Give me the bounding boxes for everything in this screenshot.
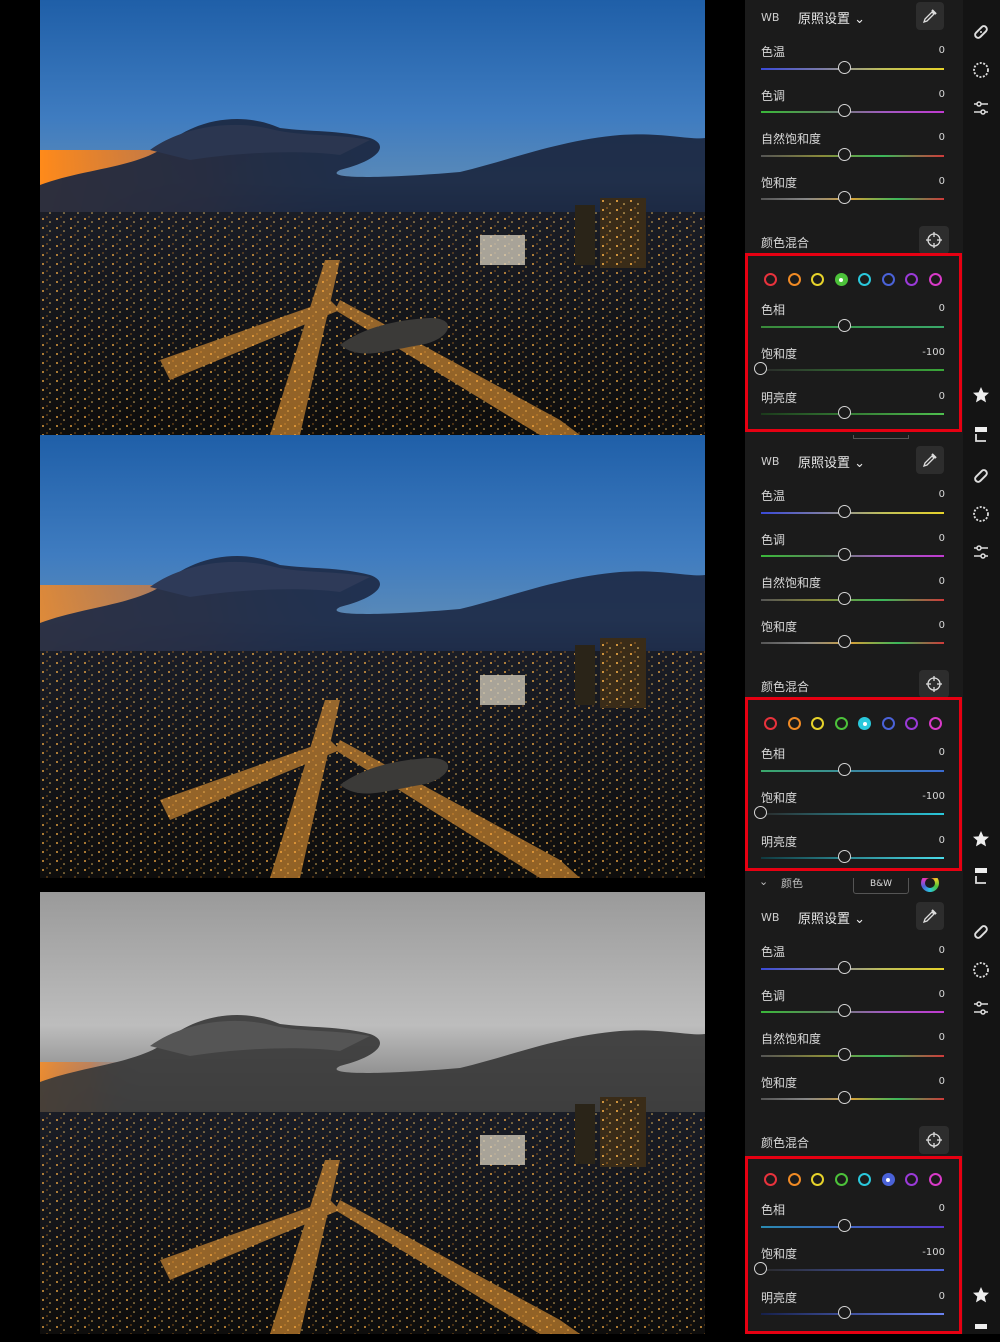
section-collapse-chevron-icon[interactable]: ⌄ [759, 878, 768, 888]
tint-label: 色调 [761, 989, 786, 1003]
temp-label: 色温 [761, 45, 786, 59]
slider-knob[interactable] [838, 191, 851, 204]
crosshair-icon [926, 1132, 942, 1148]
targeted-adjust-button[interactable] [919, 226, 949, 254]
crosshair-icon [926, 232, 942, 248]
crop-icon[interactable] [971, 425, 991, 445]
masking-icon[interactable] [971, 504, 991, 524]
slider-knob[interactable] [838, 104, 851, 117]
tint-slider[interactable] [761, 555, 944, 557]
chevron-down-icon: ⌄ [854, 456, 866, 471]
slider-knob[interactable] [838, 1091, 851, 1104]
wb-eyedropper-button[interactable] [916, 902, 944, 930]
tint-value[interactable]: 0 [939, 989, 945, 1000]
chevron-down-icon: ⌄ [854, 912, 866, 927]
wb-eyedropper-button[interactable] [916, 2, 944, 30]
slider-knob[interactable] [838, 505, 851, 518]
eyedropper-icon [922, 9, 937, 24]
temp-value[interactable]: 0 [939, 45, 945, 56]
bw-button-fragment [853, 435, 909, 439]
vibrance-slider[interactable] [761, 155, 944, 157]
masking-icon[interactable] [971, 60, 991, 80]
slider-knob[interactable] [838, 1004, 851, 1017]
highlight-box [745, 697, 962, 871]
healing-brush-icon[interactable] [971, 922, 991, 942]
targeted-adjust-button[interactable] [919, 1126, 949, 1154]
color-section-title: 颜色 [781, 878, 803, 890]
tint-slider[interactable] [761, 1011, 944, 1013]
temp-value[interactable]: 0 [939, 489, 945, 500]
color-mix-label: 颜色混合 [761, 680, 810, 694]
vibrance-slider[interactable] [761, 599, 944, 601]
saturation-slider[interactable] [761, 198, 944, 200]
adjust-sliders-icon[interactable] [971, 542, 991, 562]
crop-icon[interactable] [971, 1322, 991, 1342]
slider-knob[interactable] [838, 548, 851, 561]
vibrance-label: 自然饱和度 [761, 132, 822, 146]
saturation-label: 饱和度 [761, 620, 798, 634]
crosshair-icon [926, 676, 942, 692]
wb-preset-dropdown[interactable]: 原照设置 ⌄ [798, 908, 865, 927]
tint-value[interactable]: 0 [939, 89, 945, 100]
slider-knob[interactable] [838, 1048, 851, 1061]
saturation-value[interactable]: 0 [939, 620, 945, 631]
slider-knob[interactable] [838, 635, 851, 648]
temp-slider[interactable] [761, 968, 944, 970]
wb-preset-dropdown[interactable]: 原照设置 ⌄ [798, 8, 865, 27]
vibrance-value[interactable]: 0 [939, 1032, 945, 1043]
wb-preset-dropdown[interactable]: 原照设置 ⌄ [798, 452, 865, 471]
star-icon[interactable] [971, 829, 991, 849]
vibrance-value[interactable]: 0 [939, 576, 945, 587]
adjust-sliders-icon[interactable] [971, 98, 991, 118]
vibrance-label: 自然饱和度 [761, 576, 822, 590]
color-mix-label: 颜色混合 [761, 236, 810, 250]
healing-brush-icon[interactable] [971, 22, 991, 42]
vibrance-label: 自然饱和度 [761, 1032, 822, 1046]
vibrance-value[interactable]: 0 [939, 132, 945, 143]
targeted-adjust-button[interactable] [919, 670, 949, 698]
temp-slider[interactable] [761, 512, 944, 514]
eyedropper-icon [922, 453, 937, 468]
star-icon[interactable] [971, 1285, 991, 1305]
right-toolbar [963, 0, 1000, 1334]
photo-bw-sky [40, 892, 705, 1334]
color-mix-label: 颜色混合 [761, 1136, 810, 1150]
vibrance-slider[interactable] [761, 1055, 944, 1057]
wb-label: WB [761, 455, 780, 468]
photo-color-2 [40, 435, 705, 878]
slider-knob[interactable] [838, 592, 851, 605]
temp-slider[interactable] [761, 68, 944, 70]
temp-label: 色温 [761, 489, 786, 503]
wb-label: WB [761, 911, 780, 924]
saturation-label: 饱和度 [761, 1076, 798, 1090]
color-wheel-icon[interactable] [921, 878, 939, 892]
tint-label: 色调 [761, 533, 786, 547]
highlight-box [745, 253, 962, 432]
crop-icon[interactable] [971, 866, 991, 886]
photo-color [40, 0, 705, 435]
masking-icon[interactable] [971, 960, 991, 980]
tint-value[interactable]: 0 [939, 533, 945, 544]
temp-value[interactable]: 0 [939, 945, 945, 956]
slider-knob[interactable] [838, 61, 851, 74]
temp-label: 色温 [761, 945, 786, 959]
wb-eyedropper-button[interactable] [916, 446, 944, 474]
saturation-slider[interactable] [761, 1098, 944, 1100]
slider-knob[interactable] [838, 148, 851, 161]
highlight-box [745, 1156, 962, 1334]
bw-toggle-button[interactable]: B&W [853, 878, 909, 894]
star-icon[interactable] [971, 385, 991, 405]
slider-knob[interactable] [838, 961, 851, 974]
tint-label: 色调 [761, 89, 786, 103]
saturation-label: 饱和度 [761, 176, 798, 190]
chevron-down-icon: ⌄ [854, 12, 866, 27]
wb-label: WB [761, 11, 780, 24]
saturation-value[interactable]: 0 [939, 1076, 945, 1087]
saturation-value[interactable]: 0 [939, 176, 945, 187]
adjust-sliders-icon[interactable] [971, 998, 991, 1018]
tint-slider[interactable] [761, 111, 944, 113]
healing-brush-icon[interactable] [971, 466, 991, 486]
eyedropper-icon [922, 909, 937, 924]
saturation-slider[interactable] [761, 642, 944, 644]
